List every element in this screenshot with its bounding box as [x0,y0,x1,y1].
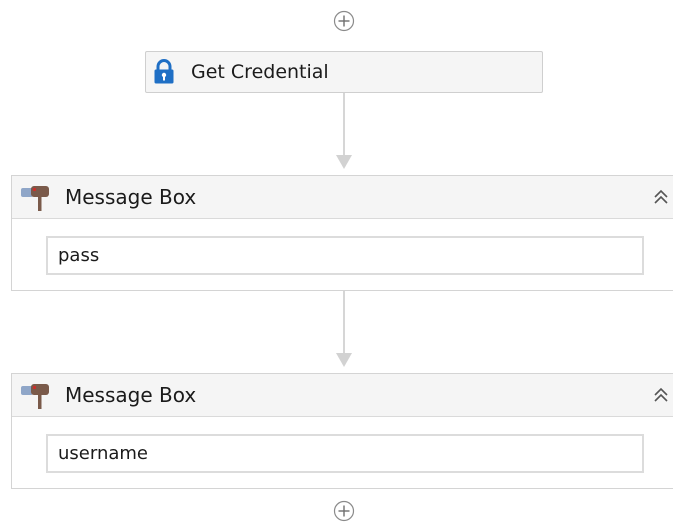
add-activity-bottom-icon[interactable] [333,500,355,522]
activity-body: username [12,417,673,488]
connector-arrow [336,155,352,169]
activity-header[interactable]: Message Box [12,374,673,417]
activity-body: pass [12,219,673,290]
activity-title: Get Credential [191,61,329,83]
connector-line [343,291,345,353]
activity-get-credential[interactable]: Get Credential [145,51,543,93]
activity-header[interactable]: Message Box [12,176,673,219]
collapse-chevron-icon[interactable] [651,187,671,207]
lock-icon [153,59,175,85]
message-text-field[interactable]: username [46,434,644,473]
connector-arrow [336,353,352,367]
add-activity-top-icon[interactable] [333,10,355,32]
collapse-chevron-icon[interactable] [651,385,671,405]
activity-title: Message Box [65,383,197,407]
message-box-icon [15,380,55,410]
workflow-canvas: Get Credential Message Box pass Message … [0,0,673,530]
message-box-icon [15,182,55,212]
connector-line [343,93,345,155]
activity-title: Message Box [65,185,197,209]
activity-message-box[interactable]: Message Box username [11,373,673,489]
activity-message-box[interactable]: Message Box pass [11,175,673,291]
message-text-field[interactable]: pass [46,236,644,275]
